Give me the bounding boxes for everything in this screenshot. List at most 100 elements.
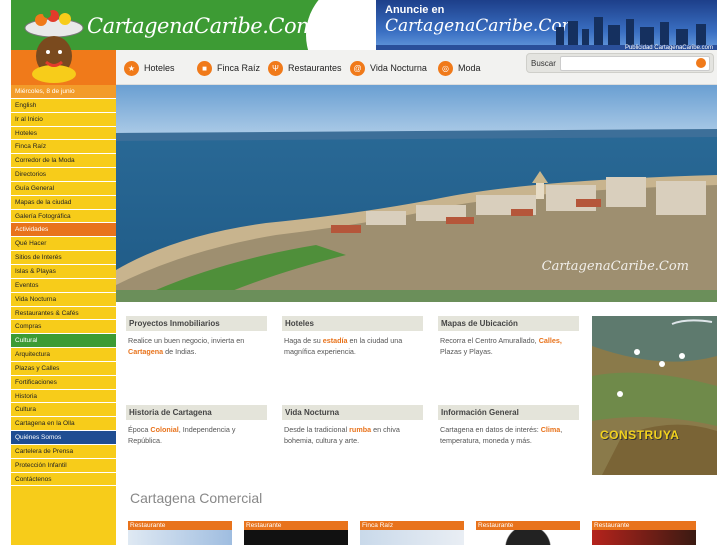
sidebar-item[interactable]: Compras [11,320,116,335]
sidebar-item[interactable]: Arquitectura [11,348,116,362]
search-label: Buscar [531,59,556,68]
box-text: Desde la tradicional rumba en chiva bohe… [282,420,423,446]
nav-label: Hoteles [144,63,175,73]
hero-watermark: CartagenaCaribe.Com [541,259,689,274]
tile-label: Restaurante [244,521,348,530]
sidebar-item[interactable]: Mapas de la ciudad [11,195,116,210]
box-title[interactable]: Hoteles [282,316,423,331]
sidebar-item[interactable]: Corredor de la Moda [11,154,116,169]
box-text-pre: Cartagena en datos de interés: [440,425,541,434]
sidebar-item[interactable]: Plazas y Calles [11,361,116,376]
logo-lady-icon[interactable] [23,6,85,84]
sidebar-item[interactable]: Islas & Playas [11,264,116,279]
construya-ad[interactable]: CONSTRUYA [592,316,717,475]
tile-label: Restaurante [476,521,580,530]
tile-image [592,530,696,545]
spiral-icon: @ [350,60,365,76]
construya-text: CONSTRUYA [600,428,680,442]
nav-item-vida-nocturna[interactable]: @ Vida Nocturna [350,60,427,76]
sidebar-section-header[interactable]: Quiénes Somos [11,431,116,445]
ad-banner[interactable]: Anuncie en CartagenaCaribe.Com [376,0,717,45]
comercial-tile[interactable]: Restaurante [128,521,232,545]
comercial-title: Cartagena Comercial [130,490,263,506]
box-highlight[interactable]: estadía [323,336,348,345]
nav-label: Restaurantes [288,63,342,73]
nav-label: Finca Raíz [217,63,261,73]
tile-image [476,530,580,545]
box-highlight[interactable]: Calles, [539,336,562,345]
box-highlight[interactable]: Cartagena [128,347,163,356]
box-title[interactable]: Proyectos Inmobiliarios [126,316,267,331]
tile-label: Restaurante [128,521,232,530]
sidebar-section-header[interactable]: Actividades [11,223,116,238]
info-box-informacion[interactable]: Información General Cartagena en datos d… [438,405,579,446]
comercial-tile[interactable]: Restaurante [476,521,580,545]
box-text-pre: Recorra el Centro Amurallado, [440,336,539,345]
box-text-pre: Haga de su [284,336,323,345]
skyline-image [556,17,706,45]
sidebar-item[interactable]: Contáctenos [11,472,116,487]
comercial-tile[interactable]: Restaurante [244,521,348,545]
sidebar-item[interactable]: Fortificaciones [11,375,116,390]
fork-icon: Ψ [268,60,283,76]
sidebar-date: Miércoles, 8 de junio [11,85,116,99]
box-text-pre: Realice un buen negocio, invierta en [128,336,245,345]
site-logo-text[interactable]: CartagenaCaribe.Com [87,14,316,38]
search-go-icon[interactable] [695,57,707,69]
box-text: Realice un buen negocio, invierta en Car… [126,331,267,357]
box-title[interactable]: Información General [438,405,579,420]
page: CartagenaCaribe.Com Anuncie en Cartagena… [11,0,717,545]
box-text-pre: Desde la tradicional [284,425,350,434]
sidebar-item[interactable]: Cartagena en la Olla [11,417,116,432]
nav-label: Moda [458,63,481,73]
tile-label: Finca Raíz [360,521,464,530]
info-box-vida-nocturna[interactable]: Vida Nocturna Desde la tradicional rumba… [282,405,423,446]
box-highlight[interactable]: rumba [349,425,371,434]
construya-aerial-image [592,316,717,475]
sidebar-item[interactable]: English [11,98,116,113]
tile-image [244,530,348,545]
box-title[interactable]: Vida Nocturna [282,405,423,420]
sidebar-item[interactable]: Galería Fotográfica [11,209,116,224]
sidebar-item[interactable]: Restaurantes & Cafés [11,306,116,321]
box-text: Recorra el Centro Amurallado, Calles, Pl… [438,331,579,357]
box-title[interactable]: Historia de Cartagena [126,405,267,420]
sidebar-item[interactable]: Eventos [11,278,116,293]
nav-item-hoteles[interactable]: ★ Hoteles [124,60,175,76]
box-title[interactable]: Mapas de Ubicación [438,316,579,331]
sidebar-item[interactable]: Finca Raíz [11,140,116,155]
box-text-post: de Indias. [163,347,197,356]
star-icon: ★ [124,60,139,76]
info-box-hoteles[interactable]: Hoteles Haga de su estadía en la ciudad … [282,316,423,357]
comercial-tile[interactable]: Finca Raíz [360,521,464,545]
box-highlight[interactable]: Colonial [150,425,178,434]
search-box: Buscar [526,53,714,73]
sidebar-item[interactable]: Directorios [11,168,116,182]
nav-item-restaurantes[interactable]: Ψ Restaurantes [268,60,342,76]
sidebar-item[interactable]: Hoteles [11,126,116,141]
comercial-tile[interactable]: Restaurante [592,521,696,545]
box-text: Haga de su estadía en la ciudad una magn… [282,331,423,357]
sidebar-item[interactable]: Historia [11,389,116,404]
sidebar-item[interactable]: Guía General [11,181,116,196]
info-box-proyectos[interactable]: Proyectos Inmobiliarios Realice un buen … [126,316,267,357]
nav-item-finca-raiz[interactable]: ■ Finca Raíz [197,60,260,76]
sidebar-item[interactable]: Protección Infantil [11,458,116,473]
nav-item-moda[interactable]: ◎ Moda [438,60,481,76]
sidebar-item[interactable]: Qué Hacer [11,237,116,252]
sidebar-item[interactable]: Ir al Inicio [11,112,116,127]
box-highlight[interactable]: Clima [541,425,561,434]
hero-image: CartagenaCaribe.Com [116,85,717,302]
sidebar-item[interactable]: Cultura [11,403,116,418]
info-box-mapas[interactable]: Mapas de Ubicación Recorra el Centro Amu… [438,316,579,357]
tile-label: Restaurante [592,521,696,530]
search-input[interactable] [560,56,710,71]
sidebar-section-header[interactable]: Cultural [11,334,116,349]
info-box-historia[interactable]: Historia de Cartagena Época Colonial, In… [126,405,267,446]
sidebar: Miércoles, 8 de junio English Ir al Inici… [11,85,116,545]
sidebar-item[interactable]: Vida Nocturna [11,292,116,307]
sidebar-item[interactable]: Sitios de Interés [11,251,116,265]
header: CartagenaCaribe.Com Anuncie en Cartagena… [11,0,717,83]
sidebar-item[interactable]: Cartelera de Prensa [11,444,116,459]
box-text-post: Plazas y Playas. [440,347,493,356]
